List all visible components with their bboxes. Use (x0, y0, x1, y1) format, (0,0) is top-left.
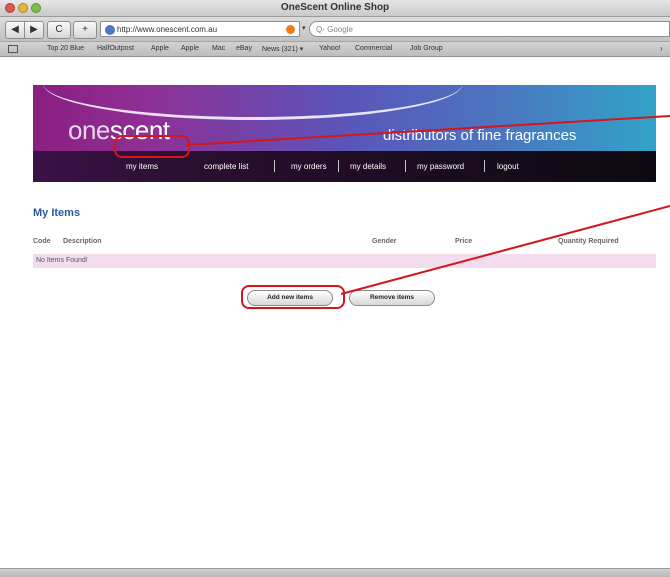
nav-my-details[interactable]: my details (350, 162, 386, 171)
nav-my-password[interactable]: my password (417, 162, 464, 171)
bookmark-commercial[interactable]: Commercial (355, 45, 392, 52)
bookmark-yahoo[interactable]: Yahoo! (319, 45, 341, 52)
page-title: My Items (33, 207, 81, 219)
back-button[interactable]: ◀ (5, 21, 25, 39)
window-title: OneScent Online Shop (280, 2, 390, 13)
bookmark-apple-2[interactable]: Apple (181, 45, 199, 52)
globe-icon (105, 24, 115, 35)
bookmark-apple[interactable]: Apple (151, 45, 169, 52)
nav-my-items[interactable]: my items (126, 162, 158, 171)
bookmark-halfoutpost[interactable]: HalfOutpost (97, 45, 134, 52)
site-tagline: distributors of fine fragrances (383, 127, 577, 144)
logo-part-light: one (68, 115, 110, 145)
bookmarks-bar: Top 20 Blue HalfOutpost Apple Apple Mac … (0, 42, 670, 57)
column-header-description: Description (63, 238, 102, 245)
table-row: No Items Found! (33, 254, 656, 268)
add-bookmark-button[interactable]: + (73, 21, 97, 39)
rss-icon[interactable] (286, 25, 295, 34)
bookmark-mac[interactable]: Mac (212, 45, 225, 52)
more-bookmarks-icon[interactable]: › (660, 44, 663, 53)
address-text: http://www.onescent.com.au (117, 25, 218, 34)
bookmark-job-group[interactable]: Job Group (410, 45, 443, 52)
nav-separator (338, 160, 339, 172)
page-viewport: onescent distributors of fine fragrances… (0, 57, 670, 568)
status-bar (0, 568, 670, 577)
nav-my-orders[interactable]: my orders (291, 162, 327, 171)
bookmark-top-20-blue[interactable]: Top 20 Blue (47, 45, 84, 52)
nav-separator (405, 160, 406, 172)
nav-logout[interactable]: logout (497, 162, 519, 171)
callout-ring-my-items (114, 135, 190, 158)
callout-ring-add-items (241, 285, 345, 309)
address-dropdown-icon[interactable]: ▾ (302, 24, 306, 32)
forward-button[interactable]: ▶ (24, 21, 44, 39)
reload-button[interactable]: C (47, 21, 71, 39)
bookmark-news[interactable]: News (321) ▾ (262, 45, 303, 53)
nav-complete-list[interactable]: complete list (204, 162, 248, 171)
address-bar[interactable]: http://www.onescent.com.au (100, 21, 300, 37)
bookmark-ebay[interactable]: eBay (236, 45, 252, 52)
column-header-gender: Gender (372, 238, 397, 245)
column-header-code: Code (33, 238, 51, 245)
browser-window: OneScent Online Shop ◀ ▶ C + http://www.… (0, 0, 670, 577)
empty-message: No Items Found! (36, 257, 88, 264)
column-header-price: Price (455, 238, 473, 245)
browser-toolbar: ◀ ▶ C + http://www.onescent.com.au ▾ Q- … (0, 17, 670, 42)
title-bar: OneScent Online Shop (0, 0, 670, 17)
nav-separator (274, 160, 275, 172)
book-icon[interactable] (8, 45, 18, 53)
remove-items-button[interactable]: Remove items (349, 290, 435, 306)
nav-separator (484, 160, 485, 172)
column-header-quantity: Quantity Required (558, 238, 619, 245)
search-field[interactable]: Q- Google (309, 21, 670, 37)
